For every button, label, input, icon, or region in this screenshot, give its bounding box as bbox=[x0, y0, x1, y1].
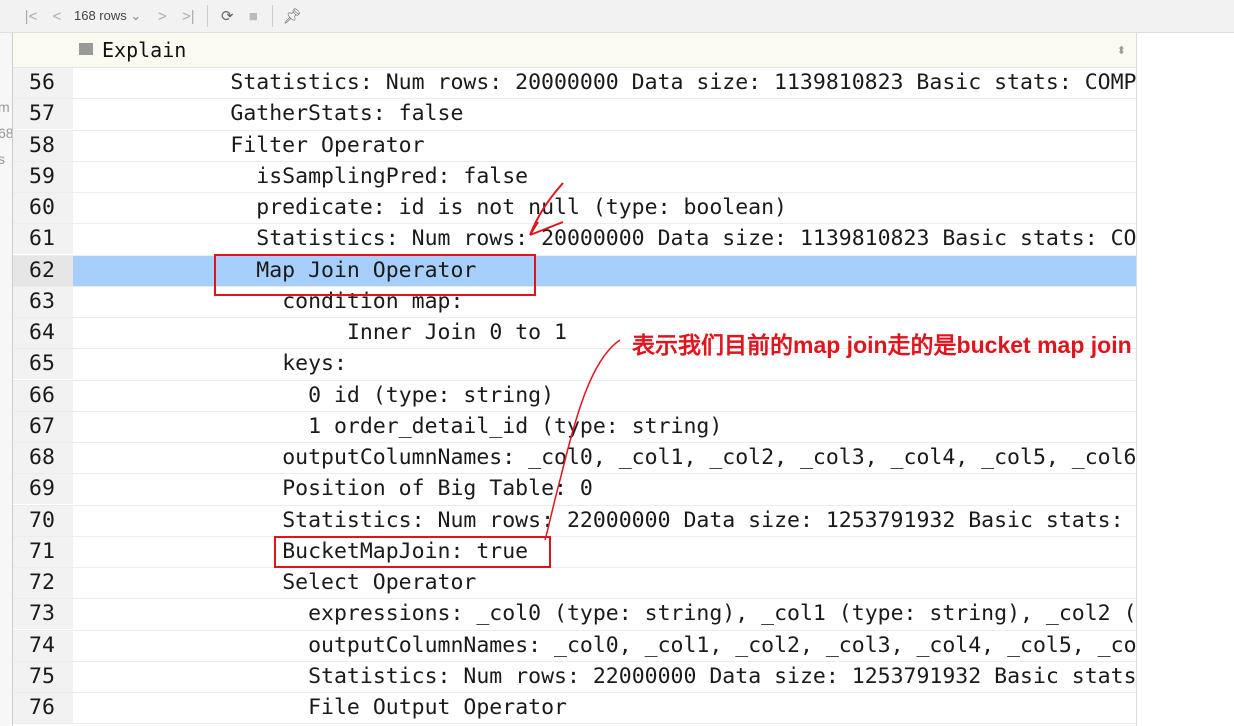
annotation-note: 表示我们目前的map join走的是bucket map join bbox=[632, 332, 1132, 358]
highlight-box-map-join bbox=[214, 254, 536, 296]
arrow-icon bbox=[529, 182, 564, 236]
highlight-box-bucketmapjoin bbox=[274, 536, 551, 568]
pointer-line bbox=[544, 339, 621, 541]
annotation-layer bbox=[214, 182, 621, 568]
